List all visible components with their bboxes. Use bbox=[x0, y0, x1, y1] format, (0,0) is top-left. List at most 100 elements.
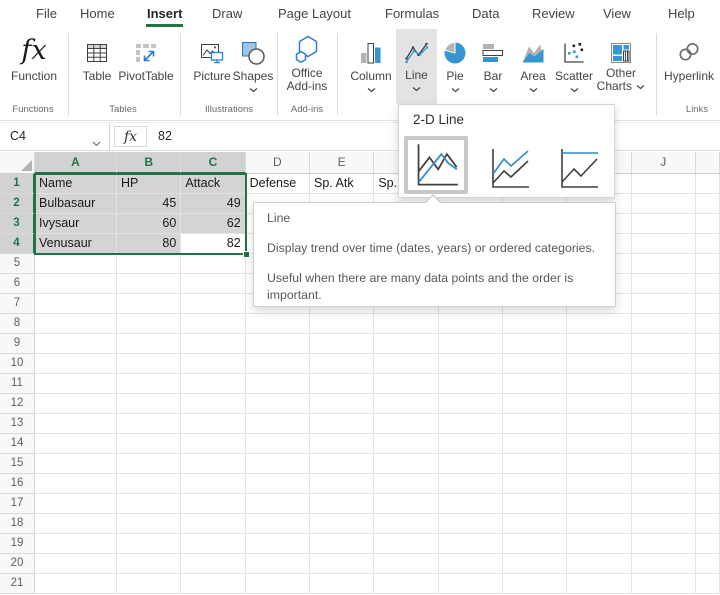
grid-cell-J21[interactable] bbox=[632, 574, 696, 594]
grid-cell-A11[interactable] bbox=[35, 374, 117, 394]
grid-cell-B15[interactable] bbox=[117, 454, 181, 474]
grid-cell-C7[interactable] bbox=[181, 294, 245, 314]
menu-tab-formulas[interactable]: Formulas bbox=[385, 6, 439, 21]
grid-cell-D18[interactable] bbox=[246, 514, 310, 534]
pie-chart-button[interactable]: Pie bbox=[438, 30, 472, 102]
grid-cell-J20[interactable] bbox=[632, 554, 696, 574]
grid-cell-C9[interactable] bbox=[181, 334, 245, 354]
grid-cell[interactable] bbox=[696, 394, 720, 414]
grid-cell[interactable] bbox=[696, 334, 720, 354]
grid-cell-G13[interactable] bbox=[439, 414, 503, 434]
row-header[interactable]: 18 bbox=[0, 514, 35, 534]
menu-tab-data[interactable]: Data bbox=[472, 6, 499, 21]
grid-cell-G11[interactable] bbox=[439, 374, 503, 394]
grid-cell-F11[interactable] bbox=[374, 374, 438, 394]
grid-cell-B17[interactable] bbox=[117, 494, 181, 514]
grid-cell-E20[interactable] bbox=[310, 554, 374, 574]
grid-cell-E13[interactable] bbox=[310, 414, 374, 434]
grid-cell-A20[interactable] bbox=[35, 554, 117, 574]
grid-cell-D16[interactable] bbox=[246, 474, 310, 494]
grid-cell-C19[interactable] bbox=[181, 534, 245, 554]
grid-cell[interactable] bbox=[696, 414, 720, 434]
grid-cell[interactable] bbox=[696, 494, 720, 514]
grid-cell-E16[interactable] bbox=[310, 474, 374, 494]
grid-cell-H11[interactable] bbox=[503, 374, 567, 394]
row-header[interactable]: 8 bbox=[0, 314, 35, 334]
grid-cell-B18[interactable] bbox=[117, 514, 181, 534]
menu-tab-draw[interactable]: Draw bbox=[212, 6, 242, 21]
grid-cell[interactable] bbox=[696, 234, 720, 254]
grid-cell-C6[interactable] bbox=[181, 274, 245, 294]
insert-function-button[interactable]: fx bbox=[114, 126, 147, 147]
grid-cell-A5[interactable] bbox=[35, 254, 117, 274]
grid-cell-F17[interactable] bbox=[374, 494, 438, 514]
grid-cell-B7[interactable] bbox=[117, 294, 181, 314]
row-header[interactable]: 9 bbox=[0, 334, 35, 354]
grid-cell-C1[interactable]: Attack bbox=[181, 174, 245, 194]
grid-cell-C17[interactable] bbox=[181, 494, 245, 514]
fill-handle[interactable] bbox=[243, 251, 250, 258]
grid-cell-C11[interactable] bbox=[181, 374, 245, 394]
column-header[interactable]: C bbox=[181, 152, 245, 174]
grid-cell-B2[interactable]: 45 bbox=[117, 194, 181, 214]
grid-cell-D9[interactable] bbox=[246, 334, 310, 354]
grid-cell-C12[interactable] bbox=[181, 394, 245, 414]
grid-cell-B20[interactable] bbox=[117, 554, 181, 574]
grid-cell-C8[interactable] bbox=[181, 314, 245, 334]
select-all-corner[interactable] bbox=[0, 152, 35, 174]
grid-cell-C5[interactable] bbox=[181, 254, 245, 274]
chart-option-100-stacked-line[interactable] bbox=[554, 144, 602, 192]
grid-cell-G16[interactable] bbox=[439, 474, 503, 494]
grid-cell-J9[interactable] bbox=[632, 334, 696, 354]
grid-cell-C13[interactable] bbox=[181, 414, 245, 434]
grid-cell-C3[interactable]: 62 bbox=[181, 214, 245, 234]
column-header[interactable]: B bbox=[117, 152, 181, 174]
grid-cell-H18[interactable] bbox=[503, 514, 567, 534]
grid-cell-A12[interactable] bbox=[35, 394, 117, 414]
row-header[interactable]: 5 bbox=[0, 254, 35, 274]
grid-cell-B19[interactable] bbox=[117, 534, 181, 554]
grid-cell-H8[interactable] bbox=[503, 314, 567, 334]
grid-cell-F21[interactable] bbox=[374, 574, 438, 594]
grid-cell-I14[interactable] bbox=[567, 434, 631, 454]
menu-tab-insert[interactable]: Insert bbox=[147, 6, 182, 21]
grid-cell-B1[interactable]: HP bbox=[117, 174, 181, 194]
grid-cell-I10[interactable] bbox=[567, 354, 631, 374]
menu-tab-file[interactable]: File bbox=[36, 6, 57, 21]
grid-cell-J10[interactable] bbox=[632, 354, 696, 374]
row-header[interactable]: 1 bbox=[0, 174, 35, 194]
column-chart-button[interactable]: Column bbox=[348, 30, 394, 102]
area-chart-button[interactable]: Area bbox=[513, 30, 553, 102]
grid-cell-F14[interactable] bbox=[374, 434, 438, 454]
row-header[interactable]: 16 bbox=[0, 474, 35, 494]
function-button[interactable]: fx Function bbox=[6, 30, 62, 102]
grid-cell-C4[interactable]: 82 bbox=[181, 234, 245, 254]
menu-tab-page-layout[interactable]: Page Layout bbox=[278, 6, 351, 21]
grid-cell-H9[interactable] bbox=[503, 334, 567, 354]
grid-cell-A15[interactable] bbox=[35, 454, 117, 474]
grid-cell[interactable] bbox=[696, 194, 720, 214]
grid-cell-F10[interactable] bbox=[374, 354, 438, 374]
grid-cell-I13[interactable] bbox=[567, 414, 631, 434]
grid-cell-C10[interactable] bbox=[181, 354, 245, 374]
row-header[interactable]: 12 bbox=[0, 394, 35, 414]
grid-cell[interactable] bbox=[696, 574, 720, 594]
grid-cell-A21[interactable] bbox=[35, 574, 117, 594]
grid-cell-E19[interactable] bbox=[310, 534, 374, 554]
grid-cell-C21[interactable] bbox=[181, 574, 245, 594]
row-header[interactable]: 11 bbox=[0, 374, 35, 394]
grid-cell-I17[interactable] bbox=[567, 494, 631, 514]
grid-cell-A2[interactable]: Bulbasaur bbox=[35, 194, 117, 214]
grid-cell-A17[interactable] bbox=[35, 494, 117, 514]
row-header[interactable]: 19 bbox=[0, 534, 35, 554]
grid-cell-A7[interactable] bbox=[35, 294, 117, 314]
grid-cell-E14[interactable] bbox=[310, 434, 374, 454]
grid-cell-D21[interactable] bbox=[246, 574, 310, 594]
chart-option-line[interactable] bbox=[404, 136, 468, 194]
grid-cell-H19[interactable] bbox=[503, 534, 567, 554]
grid-cell-B14[interactable] bbox=[117, 434, 181, 454]
grid-cell-I16[interactable] bbox=[567, 474, 631, 494]
grid-cell-J17[interactable] bbox=[632, 494, 696, 514]
menu-tab-review[interactable]: Review bbox=[532, 6, 575, 21]
grid-cell-I19[interactable] bbox=[567, 534, 631, 554]
